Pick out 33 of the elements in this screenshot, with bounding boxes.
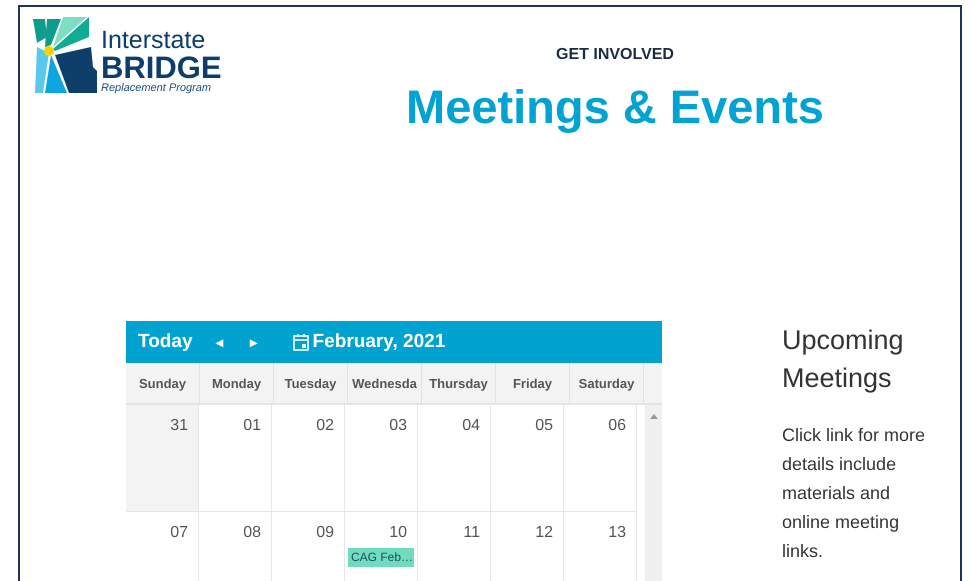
day-number: 02 [315, 416, 335, 435]
weekday-header: Wednesda [348, 363, 422, 403]
logo-wordmark: Interstate [101, 27, 206, 53]
today-button[interactable]: Today [138, 331, 193, 353]
page-title: Meetings & Events [406, 79, 824, 135]
month-picker-button[interactable]: February, 2021 [292, 331, 446, 353]
logo-wordmark: BRIDGE [101, 53, 222, 82]
day-number: 07 [169, 523, 189, 542]
day-number: 04 [461, 416, 481, 435]
sidebar-text: Click link for more details include materials and online meeting links. [782, 424, 926, 563]
day-number: 12 [534, 523, 554, 542]
day-number: 05 [534, 416, 554, 435]
day-number: 31 [169, 416, 189, 435]
weekday-header: Saturday [570, 363, 644, 403]
previous-button[interactable]: ◂ [212, 334, 227, 350]
weekday-header: Tuesday [274, 363, 348, 403]
event-chip[interactable]: CAG Feb… [348, 548, 414, 567]
weekday-header: Thursday [422, 363, 496, 403]
day-number: 06 [607, 416, 627, 435]
day-number: 11 [462, 523, 481, 542]
day-number: 03 [388, 416, 408, 435]
weekday-header: Friday [496, 363, 570, 403]
day-number: 13 [607, 523, 627, 542]
logo-tagline: Replacement Program [101, 82, 212, 95]
day-number: 09 [315, 523, 335, 542]
weekday-header: Monday [200, 363, 274, 403]
day-number: 01 [242, 416, 262, 435]
next-button[interactable]: ▸ [246, 334, 261, 350]
section-label: GET INVOLVED [556, 45, 674, 65]
sidebar-heading: Upcoming Meetings [782, 324, 905, 395]
day-number: 08 [242, 523, 262, 542]
weekday-header: Sunday [126, 363, 200, 403]
day-number: 10 [388, 523, 408, 542]
